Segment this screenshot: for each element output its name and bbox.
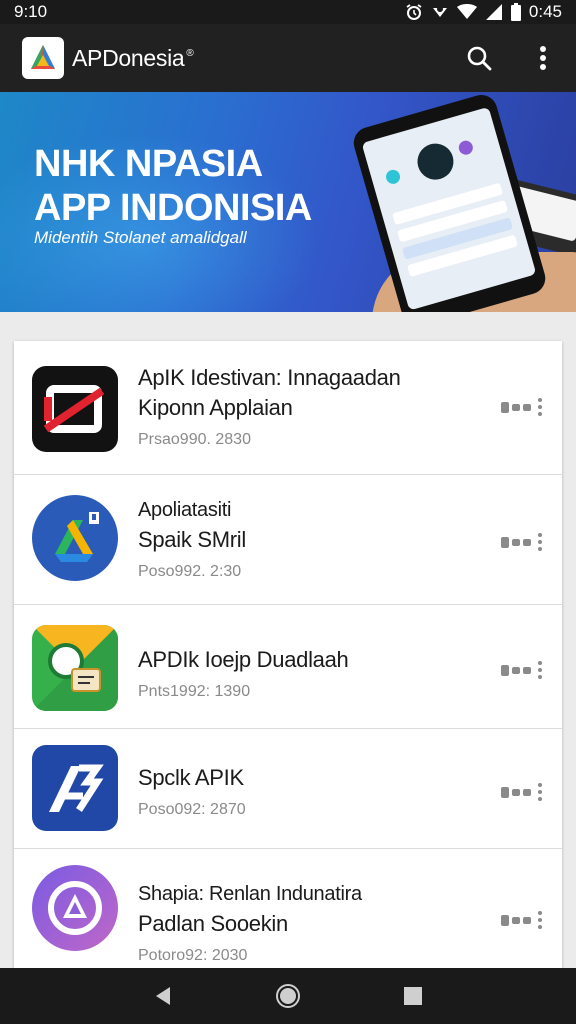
status-icons: 0:45 [405,2,562,22]
app-name-line2: Padlan Sooekin [138,911,288,936]
app-name: ApIK Idestivan: Innagaadan [138,365,401,390]
item-overflow-button[interactable] [501,661,542,679]
more-vert-icon [540,46,546,70]
app-name: Spclk APIK [138,765,244,790]
item-overflow-button[interactable] [501,533,542,551]
status-time-left: 9:10 [14,2,48,21]
app-name: Apoliatasiti [138,499,232,521]
alarm-icon [405,3,423,21]
search-button[interactable] [462,41,496,75]
search-icon [467,46,492,71]
item-overflow-button[interactable] [501,783,542,801]
recents-icon [404,987,423,1005]
purple-triangle-app-icon [32,865,118,951]
promo-banner[interactable]: NHK NPASIA APP INDONISIA Midentih Stolan… [0,92,576,312]
home-button[interactable] [271,979,305,1013]
list-item[interactable]: APDIk Ioejp Duadlaah Pnts1992: 1390 [14,605,562,729]
red-slash-app-icon [32,366,118,452]
app-meta: Poso092: 2870 [138,801,246,818]
battery-icon [510,3,521,21]
app-title: APDonesia ® [72,44,194,71]
banner-title: NHK NPASIA APP INDONISIA [34,143,312,229]
wifi-icon [456,3,477,21]
list-item[interactable]: Shapia: Renlan Indunatira Padlan Sooekin… [14,849,562,981]
item-overflow-button[interactable] [501,911,542,929]
vibrate-icon [431,3,449,21]
app-meta: Pnts1992: 1390 [138,683,251,700]
app-name-line2: Kiponn Applaian [138,395,293,420]
app-bar: APDonesia ® [0,24,576,92]
system-nav-bar [0,968,576,1024]
back-icon [155,987,170,1005]
item-overflow-button[interactable] [501,398,542,416]
chat-yellow-app-icon [32,625,118,711]
phone-illustration [350,92,550,312]
app-name: APDIk Ioejp Duadlaah [138,647,349,672]
app-meta: Poso992. 2:30 [138,563,242,580]
logo-icon [31,45,55,69]
home-icon [275,984,300,1008]
recents-button[interactable] [396,979,430,1013]
status-bar: 9:10 0:45 [0,0,576,24]
drive-like-app-icon [32,495,118,581]
app-logo [22,37,64,79]
more-options-button[interactable] [526,41,560,75]
letter-a-app-icon [32,745,118,831]
back-button[interactable] [146,979,180,1013]
list-item[interactable]: Spclk APIK Poso092: 2870 [14,729,562,849]
app-name: Shapia: Renlan Indunatira [138,883,362,905]
list-item[interactable]: ApIK Idestivan: Innagaadan Kiponn Applai… [14,341,562,475]
app-list: ApIK Idestivan: Innagaadan Kiponn Applai… [14,341,562,981]
app-meta: Potoro92: 2030 [138,947,248,964]
list-item[interactable]: Apoliatasiti Spaik SMril Poso992. 2:30 [14,475,562,605]
banner-subtitle: Midentih Stolanet amalidgall [34,228,247,247]
app-meta: Prsao990. 2830 [138,431,251,448]
app-name-line2: Spaik SMril [138,527,246,552]
signal-icon [485,3,503,21]
status-time-right: 0:45 [528,2,562,21]
